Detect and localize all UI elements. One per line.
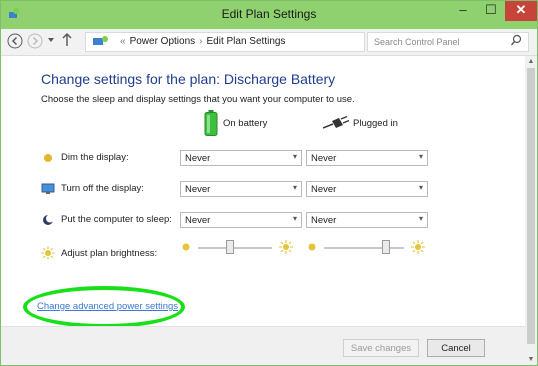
dim-display-plugged-select[interactable]: Never ▾ — [306, 150, 428, 166]
scroll-up-icon[interactable]: ▲ — [525, 58, 537, 65]
selected-value: Never — [311, 184, 337, 195]
edit-plan-settings-window: Edit Plan Settings – ☐ ✕ « Power Options ›… — [0, 0, 538, 366]
page-description: Choose the sleep and display settings th… — [41, 94, 355, 105]
sleep-plugged-select[interactable]: Never ▾ — [306, 212, 428, 228]
turn-off-display-label: Turn off the display: — [61, 183, 144, 194]
brightness-battery-track[interactable] — [198, 247, 272, 249]
brightness-plugged-thumb[interactable] — [381, 240, 390, 254]
cancel-button[interactable]: Cancel — [427, 339, 485, 357]
breadcrumb-edit-plan-settings[interactable]: Edit Plan Settings — [207, 36, 286, 47]
column-plugged-in: Plugged in — [353, 118, 398, 129]
recent-locations-icon[interactable] — [47, 35, 55, 47]
turn-off-display-plugged-select[interactable]: Never ▾ — [306, 181, 428, 197]
brightness-high-icon — [411, 240, 425, 254]
selected-value: Never — [185, 215, 211, 226]
sleep-label: Put the computer to sleep: — [61, 214, 172, 225]
scroll-down-icon[interactable]: ▼ — [525, 356, 537, 363]
highlight-ellipse — [23, 286, 185, 328]
search-input[interactable] — [374, 35, 506, 49]
breadcrumb-separator: › — [199, 36, 203, 47]
chevron-down-icon: ▾ — [292, 183, 297, 192]
content-pane: Change settings for the plan: Discharge … — [1, 56, 525, 365]
sleep-moon-icon — [43, 214, 54, 225]
plug-icon — [323, 116, 349, 129]
chevron-down-icon: ▾ — [418, 183, 423, 192]
breadcrumb-power-options[interactable]: Power Options — [130, 36, 196, 47]
selected-value: Never — [311, 153, 337, 164]
selected-value: Never — [311, 215, 337, 226]
button-bar: Save changes Cancel — [1, 326, 525, 365]
scrollbar-thumb[interactable] — [527, 68, 535, 344]
address-box[interactable]: « Power Options › Edit Plan Settings — [85, 32, 445, 52]
brightness-high-icon — [279, 240, 293, 254]
maximize-button[interactable]: ☐ — [477, 1, 505, 21]
vertical-scrollbar[interactable]: ▲ ▼ — [525, 56, 537, 365]
chevron-down-icon: ▾ — [418, 214, 423, 223]
turn-off-display-icon — [41, 183, 55, 194]
turn-off-display-battery-select[interactable]: Never ▾ — [180, 181, 302, 197]
chevron-down-icon: ▾ — [418, 152, 423, 161]
brightness-plugged-track[interactable] — [324, 247, 404, 249]
chevron-down-icon: ▾ — [292, 152, 297, 161]
sleep-battery-select[interactable]: Never ▾ — [180, 212, 302, 228]
breadcrumb: « Power Options › Edit Plan Settings — [116, 36, 285, 47]
brightness-sun-icon — [41, 246, 55, 260]
address-toolbar: « Power Options › Edit Plan Settings — [1, 29, 537, 56]
brightness-low-icon — [182, 243, 190, 251]
title-bar: Edit Plan Settings – ☐ ✕ — [1, 1, 537, 29]
back-arrow-icon[interactable] — [7, 33, 23, 52]
brightness-battery-thumb[interactable] — [225, 240, 234, 254]
chevron-down-icon: ▾ — [292, 214, 297, 223]
search-box[interactable] — [367, 32, 529, 52]
up-arrow-icon[interactable] — [61, 33, 73, 50]
battery-icon — [204, 110, 218, 136]
search-icon[interactable] — [510, 34, 522, 53]
column-on-battery: On battery — [223, 118, 268, 129]
dim-display-icon — [44, 154, 52, 162]
selected-value: Never — [185, 153, 211, 164]
page-title: Change settings for the plan: Discharge … — [41, 71, 336, 87]
selected-value: Never — [185, 184, 211, 195]
minimize-button[interactable]: – — [449, 1, 477, 21]
save-changes-button[interactable]: Save changes — [343, 339, 419, 357]
close-button[interactable]: ✕ — [505, 1, 537, 21]
control-panel-icon — [93, 36, 108, 45]
brightness-label: Adjust plan brightness: — [61, 248, 158, 259]
breadcrumb-overflow[interactable]: « — [120, 36, 126, 47]
dim-display-battery-select[interactable]: Never ▾ — [180, 150, 302, 166]
dim-display-label: Dim the display: — [61, 152, 129, 163]
forward-arrow-icon[interactable] — [27, 33, 43, 52]
brightness-low-icon — [308, 243, 316, 251]
